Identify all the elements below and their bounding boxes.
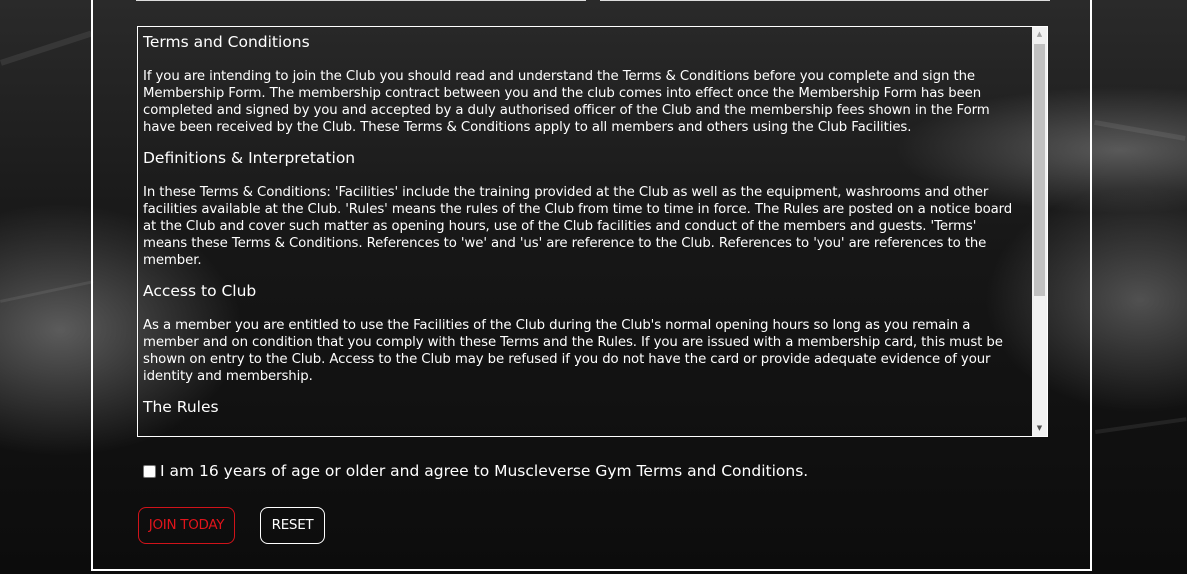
access-heading: Access to Club (143, 282, 257, 300)
terms-scroll-box[interactable]: Terms and Conditions If you are intendin… (137, 26, 1048, 437)
agree-checkbox[interactable] (143, 464, 156, 478)
scroll-up-arrow-icon[interactable]: ▲ (1032, 27, 1047, 42)
rules-heading: The Rules (143, 398, 219, 416)
definitions-paragraph: In these Terms & Conditions: 'Facilities… (143, 185, 1013, 268)
terms-paragraph: If you are intending to join the Club yo… (143, 69, 990, 135)
access-paragraph: As a member you are entitled to use the … (143, 318, 1003, 384)
scroll-thumb[interactable] (1034, 44, 1045, 296)
terms-scrollbar[interactable]: ▲ ▼ (1032, 27, 1047, 436)
terms-content: Terms and Conditions If you are intendin… (143, 32, 1023, 433)
form-input-bottom-edge[interactable] (600, 0, 1050, 1)
background-decoration (0, 30, 93, 66)
definitions-heading: Definitions & Interpretation (143, 149, 356, 167)
terms-heading: Terms and Conditions (143, 33, 310, 51)
form-input-bottom-edge[interactable] (136, 0, 586, 1)
background-decoration (0, 280, 94, 303)
background-decoration (1094, 120, 1186, 141)
agree-label[interactable]: I am 16 years of age or older and agree … (160, 462, 808, 480)
agreement-row: I am 16 years of age or older and agree … (143, 462, 808, 480)
join-today-button[interactable]: JOIN TODAY (138, 507, 235, 544)
scroll-down-arrow-icon[interactable]: ▼ (1032, 421, 1047, 436)
reset-button[interactable]: RESET (260, 507, 325, 544)
background-decoration (1095, 417, 1187, 434)
